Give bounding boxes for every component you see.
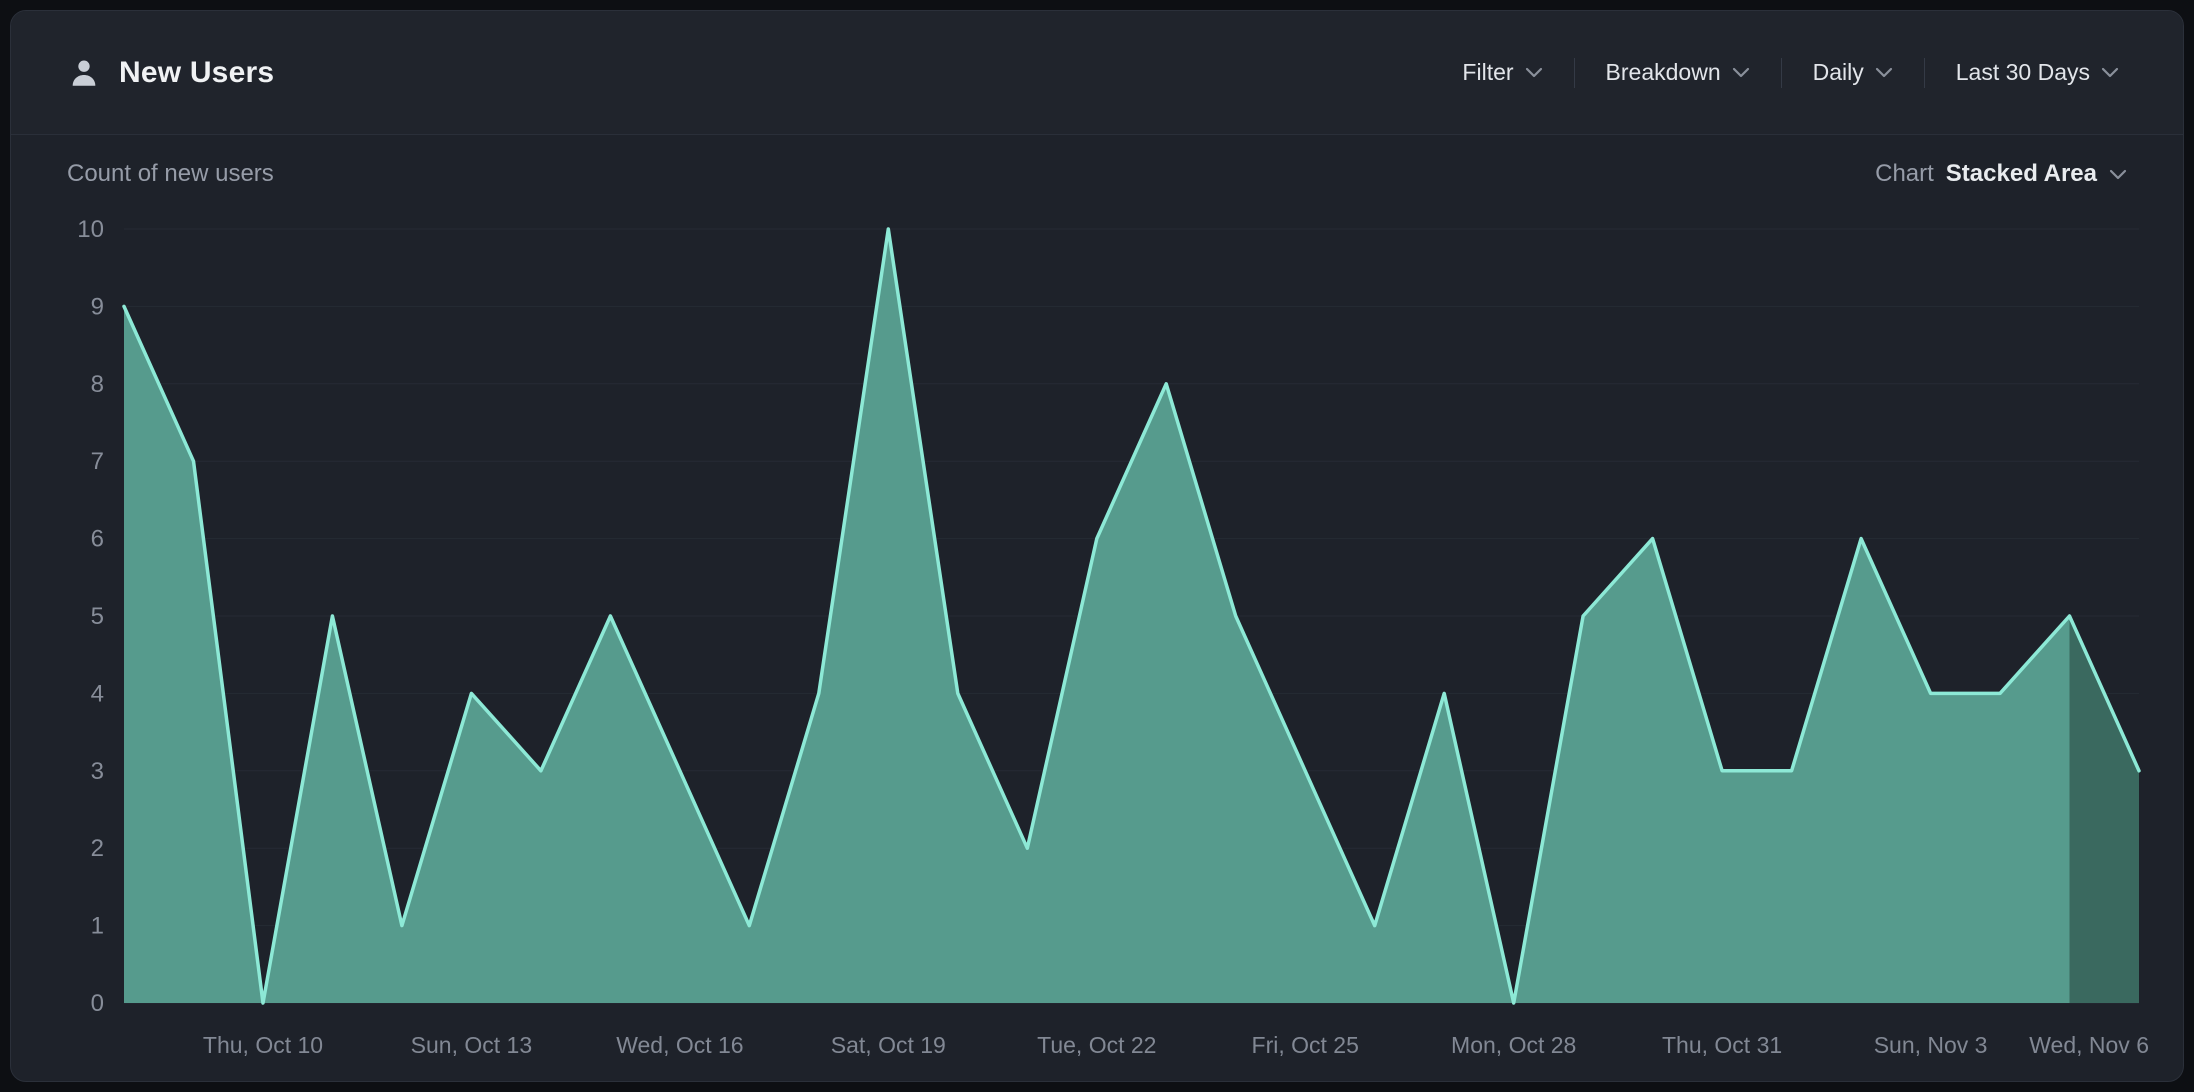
chart-type-label: Chart [1875,160,1934,188]
svg-text:Mon, Oct 28: Mon, Oct 28 [1451,1032,1576,1058]
chevron-down-icon [1875,67,1893,78]
divider [1781,58,1782,88]
divider [1924,58,1925,88]
svg-text:Sat, Oct 19: Sat, Oct 19 [831,1032,946,1058]
date-range-dropdown-label: Last 30 Days [1956,59,2090,86]
header-title-group: New Users [67,56,274,90]
svg-text:10: 10 [77,216,104,243]
insight-card: New Users Filter Breakdown Daily Last 30… [10,10,2184,1082]
svg-text:2: 2 [91,835,104,862]
svg-text:0: 0 [91,990,104,1017]
chart-area: 0 1 2 3 4 5 6 7 8 9 10 Thu, Oct 10 Sun, Oct 13 Wed, O… [11,203,2183,1082]
user-icon [67,56,101,90]
interval-dropdown[interactable]: Daily [1809,49,1897,96]
svg-text:3: 3 [91,758,104,785]
svg-text:1: 1 [91,913,104,940]
metric-label: Count of new users [67,160,274,188]
area-chart: 0 1 2 3 4 5 6 7 8 9 10 Thu, Oct 10 Sun, Oct 13 Wed, O… [11,203,2184,1082]
svg-text:Tue, Oct 22: Tue, Oct 22 [1037,1032,1156,1058]
chart-type-dropdown[interactable]: Chart Stacked Area [1875,160,2127,188]
date-range-dropdown[interactable]: Last 30 Days [1952,49,2123,96]
card-header: New Users Filter Breakdown Daily Last 30… [11,11,2183,135]
page-title: New Users [119,56,274,90]
svg-text:Fri, Oct 25: Fri, Oct 25 [1252,1032,1359,1058]
chevron-down-icon [2109,169,2127,180]
svg-text:9: 9 [91,293,104,320]
svg-text:6: 6 [91,526,104,553]
svg-text:Sun, Oct 13: Sun, Oct 13 [411,1032,532,1058]
chevron-down-icon [1525,67,1543,78]
svg-text:Wed, Nov 6: Wed, Nov 6 [2029,1032,2149,1058]
svg-text:Thu, Oct 10: Thu, Oct 10 [203,1032,323,1058]
breakdown-dropdown-label: Breakdown [1606,59,1721,86]
svg-text:4: 4 [91,680,104,707]
svg-text:Sun, Nov 3: Sun, Nov 3 [1874,1032,1988,1058]
breakdown-dropdown[interactable]: Breakdown [1602,49,1754,96]
svg-text:8: 8 [91,371,104,398]
svg-text:7: 7 [91,448,104,475]
svg-text:Wed, Oct 16: Wed, Oct 16 [616,1032,743,1058]
filter-dropdown[interactable]: Filter [1458,49,1546,96]
divider [1574,58,1575,88]
chart-subheader: Count of new users Chart Stacked Area [11,135,2183,203]
chevron-down-icon [1732,67,1750,78]
filter-dropdown-label: Filter [1462,59,1513,86]
chart-type-value: Stacked Area [1946,160,2097,188]
svg-text:5: 5 [91,603,104,630]
interval-dropdown-label: Daily [1813,59,1864,86]
chevron-down-icon [2101,67,2119,78]
header-controls: Filter Breakdown Daily Last 30 Days [1458,49,2123,96]
svg-text:Thu, Oct 31: Thu, Oct 31 [1662,1032,1782,1058]
